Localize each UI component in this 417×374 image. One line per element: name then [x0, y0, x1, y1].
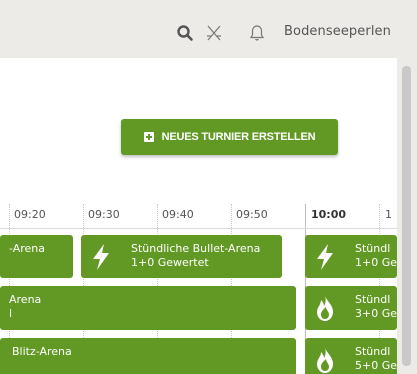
tournament-timeline: 09:20 09:30 09:40 09:50 10:00 1 -Arena S… — [0, 204, 397, 374]
user-menu[interactable]: Bodenseeperlen — [284, 24, 391, 39]
flame-icon — [317, 295, 333, 321]
time-tick: 09:20 — [14, 208, 46, 221]
tournament-title: Stündliche Bullet-Arena — [131, 242, 261, 255]
search-icon[interactable] — [176, 24, 194, 42]
plus-icon — [143, 132, 154, 142]
flame-icon — [317, 347, 333, 373]
swords-icon[interactable] — [205, 24, 223, 42]
tournament-title: -Arena — [9, 242, 46, 255]
tournament-title: Stündl — [355, 345, 391, 358]
tournament-title: Stündl — [355, 242, 391, 255]
timeline-header-divider — [0, 228, 397, 229]
tournament-bar[interactable]: Stündliche Bullet-Arena 1+0 Gewertet — [81, 235, 282, 278]
create-tournament-button[interactable]: NEUES TURNIER ERSTELLEN — [121, 119, 338, 155]
tournament-bar[interactable]: Arena l — [0, 286, 296, 330]
tournament-bar[interactable]: Stündl 3+0 Ge — [305, 286, 397, 330]
time-tick: 09:30 — [88, 208, 120, 221]
tournament-bar[interactable]: Blitz-Arena — [0, 338, 296, 374]
tournament-detail: l — [9, 307, 13, 320]
top-bar: Bodenseeperlen — [0, 0, 417, 58]
tournament-detail: 1+0 Gewertet — [131, 256, 209, 269]
time-tick: 09:50 — [236, 208, 268, 221]
time-tick: 09:40 — [162, 208, 194, 221]
scrollbar-thumb[interactable] — [402, 66, 411, 366]
lightning-icon — [317, 244, 333, 270]
tournament-bar[interactable]: Stündl 1+0 Ge — [305, 235, 397, 278]
tournament-title: Blitz-Arena — [12, 345, 72, 358]
time-tick: 1 — [385, 208, 392, 221]
tournament-detail: 5+0 Ge — [355, 359, 397, 372]
time-tick-current: 10:00 — [311, 208, 347, 221]
tournament-title: Arena — [9, 293, 42, 306]
tournament-title: Stündl — [355, 293, 391, 306]
tournament-bar[interactable]: -Arena — [0, 235, 73, 278]
bell-icon[interactable] — [248, 24, 266, 42]
scrollbar[interactable] — [397, 58, 417, 374]
lightning-icon — [93, 244, 109, 270]
tournament-bar[interactable]: Stündl 5+0 Ge — [305, 338, 397, 374]
tournament-detail: 1+0 Ge — [355, 256, 397, 269]
tournament-detail: 3+0 Ge — [355, 307, 397, 320]
create-tournament-label: NEUES TURNIER ERSTELLEN — [161, 131, 316, 143]
